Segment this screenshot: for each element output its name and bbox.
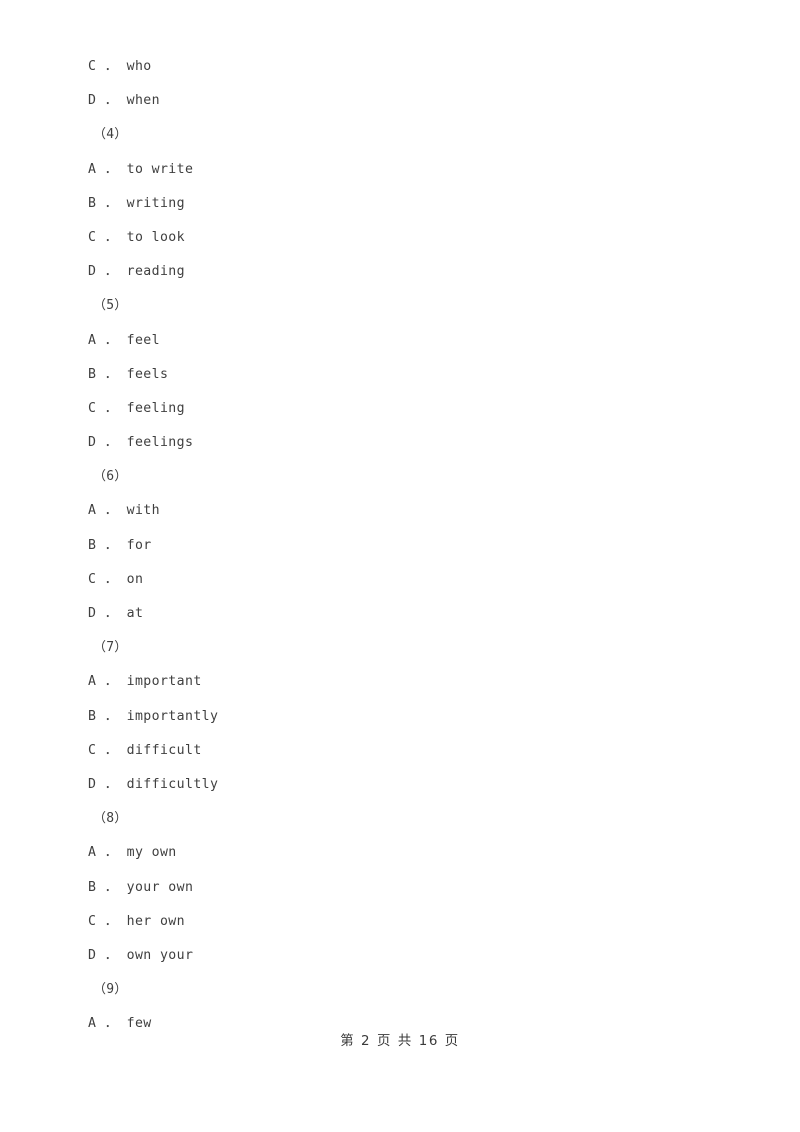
answer-option: D ． feelings [88, 435, 194, 451]
answer-option: A ． important [88, 674, 202, 690]
answer-option: C ． on [88, 571, 144, 587]
answer-option: A ． feel [88, 332, 160, 348]
answer-option: C ． her own [88, 913, 185, 929]
answer-option: B ． feels [88, 366, 169, 382]
page-footer: 第 2 页 共 16 页 [340, 1034, 460, 1049]
answer-option: A ． with [88, 503, 160, 519]
question-number: （5） [93, 298, 128, 314]
question-number: （9） [93, 982, 128, 998]
question-number: （8） [93, 811, 128, 827]
question-number: （7） [93, 640, 128, 656]
answer-option: D ． when [88, 93, 160, 109]
answer-option: A ． to write [88, 161, 194, 177]
answer-option: C ． who [88, 59, 152, 74]
answer-option: A ． my own [88, 845, 177, 861]
answer-option: B ． writing [88, 195, 185, 211]
answer-option: D ． reading [88, 264, 185, 280]
answer-option: C ． to look [88, 229, 185, 245]
answer-option: B ． for [88, 537, 152, 553]
document-page: C ． who D ． when （4） A ． to write B ． writin… [0, 0, 800, 1132]
question-number: （6） [93, 469, 128, 485]
answer-option: B ． importantly [88, 708, 219, 724]
question-number: （4） [93, 127, 128, 143]
answer-option: D ． own your [88, 947, 194, 963]
question-options-list: C ． who D ． when （4） A ． to write B ． writin… [88, 50, 728, 1041]
answer-option: C ． difficult [88, 742, 202, 758]
answer-option: C ． feeling [88, 400, 185, 416]
answer-option: D ． difficultly [88, 776, 219, 792]
answer-option: D ． at [88, 606, 144, 621]
answer-option: B ． your own [88, 879, 194, 895]
